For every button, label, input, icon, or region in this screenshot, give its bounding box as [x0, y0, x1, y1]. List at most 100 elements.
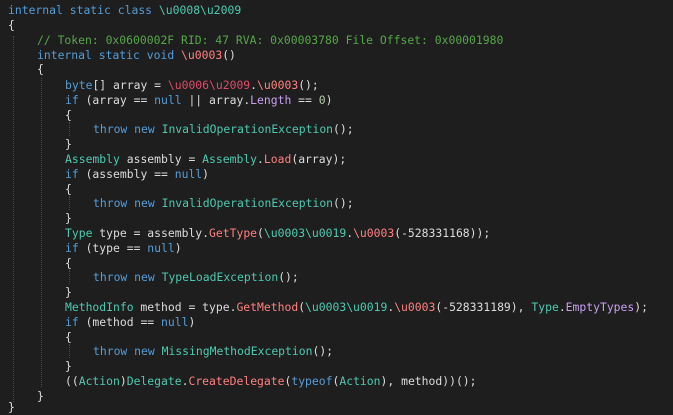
text: ((	[65, 374, 79, 388]
code-line-open-brace: {	[37, 62, 44, 77]
text: ==	[291, 93, 319, 107]
type-action[interactable]: Action	[79, 374, 120, 388]
code-line-21[interactable]: ((Action)Delegate.CreateDelegate(typeof(…	[65, 374, 477, 389]
type-delegate[interactable]: Delegate	[127, 374, 182, 388]
method-createdelegate[interactable]: CreateDelegate	[188, 374, 284, 388]
method-gettype[interactable]: GetType	[209, 226, 257, 240]
keyword-throw: throw	[93, 196, 128, 210]
text: method = type.	[133, 300, 237, 314]
code-line-open-brace: {	[8, 18, 15, 33]
code-line-7[interactable]: if (assembly == null)	[65, 167, 209, 182]
keyword-if: if	[65, 241, 79, 255]
type-type[interactable]: Type	[65, 226, 92, 240]
text: (assembly ==	[78, 167, 175, 181]
obfuscated-class-ref[interactable]: \u0006\u2009	[168, 78, 250, 92]
keyword-new: new	[134, 122, 155, 136]
keyword-internal: internal	[37, 48, 92, 62]
text: (-528331189),	[435, 300, 532, 314]
code-editor[interactable]: internal static class \u0008\u2009 { // …	[0, 0, 673, 415]
text: assembly =	[119, 152, 203, 166]
text: )	[188, 315, 196, 329]
brace: {	[8, 18, 15, 32]
code-line-close-brace: }	[37, 389, 44, 404]
code-line-14[interactable]: throw new TypeLoadException();	[93, 270, 299, 285]
code-line-close-brace: }	[8, 400, 15, 415]
type-action[interactable]: Action	[339, 374, 380, 388]
text: );	[634, 300, 648, 314]
brace: }	[8, 400, 15, 414]
code-line-13: {	[65, 256, 72, 271]
code-line-20: }	[65, 359, 72, 374]
text: (method ==	[78, 315, 162, 329]
text: )	[119, 374, 127, 388]
number-literal: 0	[318, 93, 326, 107]
keyword-throw: throw	[93, 122, 128, 136]
code-line-2[interactable]: if (array == null || array.Length == 0)	[65, 93, 332, 108]
code-line-method-declaration[interactable]: internal static void \u0003()	[37, 48, 236, 63]
brace: {	[65, 330, 72, 344]
code-line-class-declaration[interactable]: internal static class \u0008\u2009	[8, 3, 241, 18]
method-getmethod[interactable]: GetMethod	[236, 300, 298, 314]
type-methodinfo[interactable]: MethodInfo	[65, 300, 134, 314]
exception-type[interactable]: InvalidOperationException	[162, 196, 333, 210]
keyword-if: if	[65, 315, 79, 329]
code-line-1[interactable]: byte[] array = \u0006\u2009.\u0003();	[65, 78, 319, 93]
keyword-void: void	[146, 48, 175, 62]
keyword-new: new	[134, 196, 155, 210]
obfuscated-class-ref[interactable]: \u0003\u0019	[305, 300, 387, 314]
keyword-if: if	[65, 167, 79, 181]
field-emptytypes[interactable]: EmptyTypes	[566, 300, 635, 314]
brace: {	[65, 256, 72, 270]
text: ();	[278, 270, 299, 284]
keyword-null: null	[161, 315, 189, 329]
type-type[interactable]: Type	[531, 300, 558, 314]
text: ), method))();	[380, 374, 477, 388]
text: .	[250, 78, 258, 92]
code-line-11[interactable]: Type type = assembly.GetType(\u0003\u001…	[65, 226, 490, 241]
obfuscated-method-ref[interactable]: \u0003	[394, 300, 435, 314]
keyword-static: static	[98, 48, 140, 62]
indent-guide	[69, 344, 70, 358]
text: )	[202, 167, 210, 181]
brace: }	[65, 285, 72, 299]
indent-guide	[13, 36, 14, 402]
keyword-new: new	[134, 270, 155, 284]
keyword-null: null	[154, 93, 182, 107]
text: (	[257, 226, 264, 240]
parens: ()	[222, 48, 236, 62]
text: .	[558, 300, 566, 314]
code-line-4[interactable]: throw new InvalidOperationException();	[93, 122, 354, 137]
obfuscated-class-ref[interactable]: \u0003\u0019	[264, 226, 346, 240]
exception-type[interactable]: MissingMethodException	[162, 344, 313, 358]
keyword-static: static	[69, 3, 111, 17]
code-line-6[interactable]: Assembly assembly = Assembly.Load(array)…	[65, 152, 346, 167]
indent-guide	[69, 122, 70, 136]
text: || array.	[181, 93, 251, 107]
property-length[interactable]: Length	[250, 93, 291, 107]
code-line-10: }	[65, 211, 72, 226]
exception-type[interactable]: TypeLoadException	[162, 270, 279, 284]
text: ();	[333, 122, 354, 136]
class-name[interactable]: \u0008\u2009	[159, 3, 241, 17]
code-line-12[interactable]: if (type == null)	[65, 241, 182, 256]
code-line-9[interactable]: throw new InvalidOperationException();	[93, 196, 354, 211]
code-line-3: {	[65, 108, 72, 123]
indent-guide	[41, 78, 42, 387]
comment-text: // Token: 0x0600002F RID: 47 RVA: 0x0000…	[37, 33, 504, 47]
text: (array);	[291, 152, 347, 166]
code-line-16[interactable]: MethodInfo method = type.GetMethod(\u000…	[65, 300, 648, 315]
code-line-17[interactable]: if (method == null)	[65, 315, 195, 330]
text: .	[257, 152, 264, 166]
method-load[interactable]: Load	[264, 152, 291, 166]
code-line-19[interactable]: throw new MissingMethodException();	[93, 344, 333, 359]
type-assembly[interactable]: Assembly	[65, 152, 120, 166]
text: ();	[333, 196, 354, 210]
exception-type[interactable]: InvalidOperationException	[162, 122, 333, 136]
obfuscated-method-ref[interactable]: \u0003	[257, 78, 298, 92]
code-line-15: }	[65, 285, 72, 300]
brace: }	[65, 359, 72, 373]
code-line-8: {	[65, 182, 72, 197]
obfuscated-method-ref[interactable]: \u0003	[353, 226, 394, 240]
type-assembly[interactable]: Assembly	[202, 152, 257, 166]
method-name[interactable]: \u0003	[181, 48, 222, 62]
